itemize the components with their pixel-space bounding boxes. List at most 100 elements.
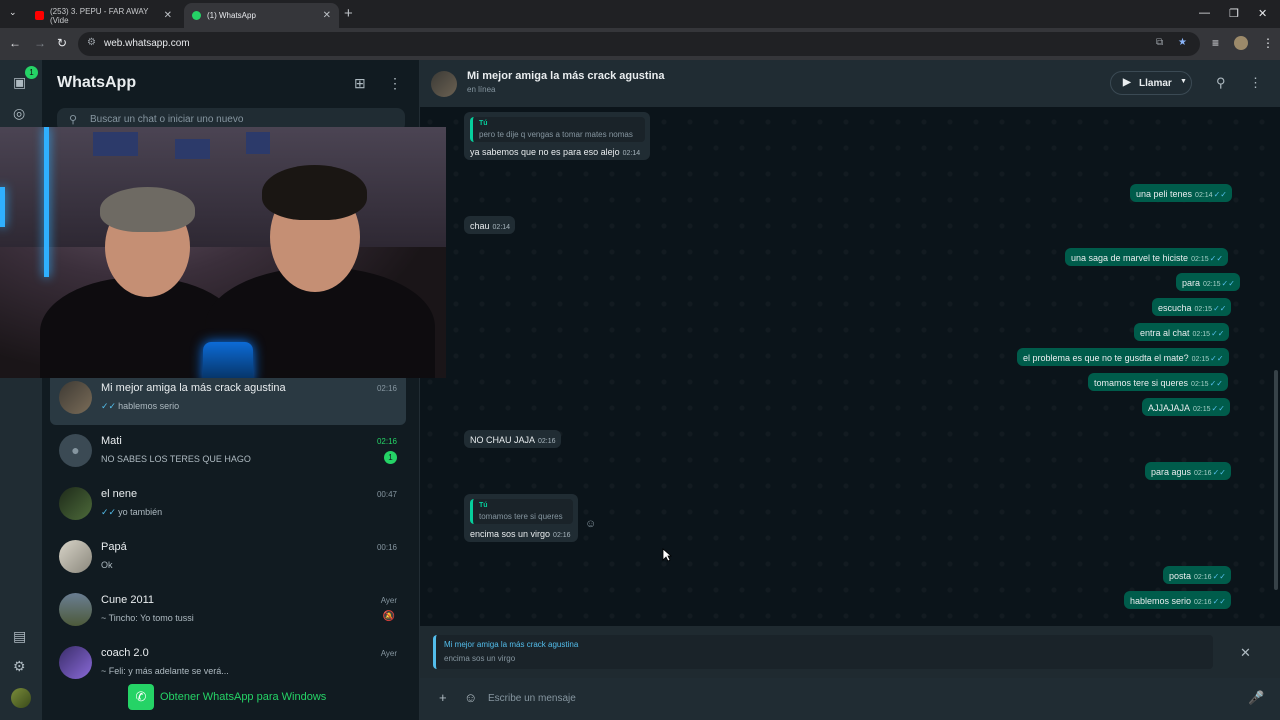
scrollbar[interactable] (1274, 370, 1278, 590)
reload-icon[interactable]: ↻ (57, 36, 67, 50)
new-chat-icon[interactable]: ⊞ (354, 75, 366, 92)
call-button[interactable]: ▶ Llamar ▼ (1110, 71, 1192, 95)
message-time: 02:16 (538, 438, 556, 445)
quote-text: tomamos tere si queres (479, 512, 563, 521)
message-out[interactable]: el problema es que no te gusdta el mate?… (1017, 348, 1229, 366)
message-out[interactable]: hablemos serio 02:16✓✓ (1124, 591, 1231, 609)
chat-name: Mi mejor amiga la más crack agustina (101, 382, 286, 394)
chat-name: el nene (101, 488, 138, 500)
avatar (59, 381, 92, 414)
quoted-message[interactable]: Tú pero te dije q vengas a tomar mates n… (470, 117, 645, 142)
double-check-icon: ✓✓ (1209, 379, 1223, 388)
conversation-header[interactable]: Mi mejor amiga la más crack agustina en … (420, 60, 1280, 107)
message-time: 02:16 (1194, 574, 1212, 581)
unread-badge: 1 (25, 66, 38, 79)
close-icon[interactable]: ✕ (1240, 645, 1251, 661)
close-icon[interactable]: ✕ (164, 10, 172, 21)
wall-poster (175, 139, 210, 159)
message-time: 02:16 (1194, 470, 1212, 477)
back-icon[interactable]: ← (9, 36, 21, 50)
chat-name: coach 2.0 (101, 647, 149, 659)
message-out[interactable]: escucha 02:15✓✓ (1152, 298, 1232, 316)
minimize-button[interactable]: — (1199, 7, 1210, 19)
url-text: web.whatsapp.com (104, 38, 190, 49)
reply-preview[interactable]: Mi mejor amiga la más crack agustina enc… (433, 635, 1213, 669)
message-out[interactable]: tomamos tere si queres 02:15✓✓ (1088, 373, 1228, 391)
bookmark-star-icon[interactable]: ★ (1178, 37, 1187, 48)
message-text: una saga de marvel te hiciste (1071, 253, 1189, 263)
profile-avatar[interactable] (1234, 36, 1248, 50)
emoji-react-icon[interactable]: ☺ (585, 518, 596, 530)
double-check-icon: ✓✓ (1212, 572, 1226, 581)
led-strip (44, 127, 49, 277)
message-out[interactable]: posta 02:16✓✓ (1163, 566, 1231, 584)
default-avatar-icon: ● (59, 434, 92, 467)
install-icon[interactable]: ⧉ (1156, 37, 1163, 48)
close-icon[interactable]: ✕ (323, 10, 331, 21)
avatar (59, 646, 92, 679)
microphone-icon[interactable]: 🎤 (1248, 690, 1264, 706)
chat-time: 02:16 (376, 384, 397, 393)
status-icon[interactable]: ◎ (13, 105, 25, 122)
message-time: 02:15 (1192, 331, 1211, 338)
message-text: una peli tenes (1136, 189, 1193, 199)
new-tab-button[interactable]: + (344, 5, 353, 22)
chat-item-papa[interactable]: Papá 00:16 Ok (50, 532, 406, 584)
media-icon[interactable]: ≡ (1212, 36, 1219, 50)
settings-gear-icon[interactable]: ⚙ (13, 658, 26, 675)
chat-item-cune-2011[interactable]: Cune 2011 Ayer ~ Tincho: Yo tomo tussi 🔕 (50, 585, 406, 637)
message-out[interactable]: una peli tenes 02:14✓✓ (1130, 184, 1232, 202)
menu-icon[interactable]: ⋮ (1249, 75, 1262, 91)
youtube-icon (35, 11, 44, 20)
forward-icon[interactable]: → (34, 36, 46, 50)
browser-menu-icon[interactable]: ⋮ (1262, 36, 1274, 50)
search-placeholder: Buscar un chat o iniciar uno nuevo (90, 114, 244, 125)
window-close-button[interactable]: ✕ (1258, 7, 1267, 20)
emoji-icon[interactable]: ☺ (464, 690, 477, 705)
my-avatar[interactable] (11, 688, 31, 708)
chevron-down-icon: ▼ (1180, 78, 1187, 85)
media-gallery-icon[interactable]: ▤ (13, 628, 26, 645)
get-app-label: Obtener WhatsApp para Windows (160, 691, 327, 703)
chat-name: Cune 2011 (101, 594, 155, 606)
message-in[interactable]: chau 02:14 (464, 216, 516, 234)
message-in[interactable]: NO CHAU JAJA 02:16 (464, 430, 561, 448)
message-time: 02:14 (622, 150, 641, 157)
led-strip (0, 187, 5, 227)
search-icon[interactable]: ⚲ (1216, 75, 1226, 91)
menu-icon[interactable]: ⋮ (388, 75, 402, 92)
tab-search-icon[interactable]: ⌄ (9, 7, 17, 18)
quoted-message[interactable]: Tú tomamos tere si queres (470, 499, 573, 524)
message-in[interactable]: Tú pero te dije q vengas a tomar mates n… (464, 112, 650, 160)
restore-button[interactable]: ❐ (1229, 7, 1239, 20)
avatar (59, 487, 92, 520)
quote-author: Tú (479, 120, 488, 127)
message-out[interactable]: para 02:15✓✓ (1176, 273, 1240, 291)
chat-last-message: ~ Tincho: Yo tomo tussi (101, 613, 194, 623)
message-out[interactable]: AJJAJAJA 02:15✓✓ (1142, 398, 1230, 416)
chats-icon[interactable]: ▣ (13, 74, 26, 91)
tab-whatsapp[interactable]: (1) WhatsApp ✕ (184, 3, 339, 28)
message-in[interactable]: Tú tomamos tere si queres encima sos un … (464, 494, 578, 542)
chat-item-agustina[interactable]: Mi mejor amiga la más crack agustina 02:… (50, 373, 406, 425)
chat-item-mati[interactable]: ● Mati 02:16 NO SABES LOS TERES QUE HAGO… (50, 426, 406, 478)
chat-item-el-nene[interactable]: el nene 00:47 ✓✓ yo también (50, 479, 406, 531)
message-out[interactable]: para agus 02:16✓✓ (1145, 462, 1231, 480)
avatar (59, 540, 92, 573)
get-windows-app-link[interactable]: ✆ Obtener WhatsApp para Windows (128, 683, 326, 711)
tab-youtube[interactable]: (253) 3. PEPU - FAR AWAY (Vide ✕ (27, 3, 180, 28)
contact-avatar[interactable] (431, 71, 457, 97)
app-title: WhatsApp (57, 74, 137, 91)
address-bar[interactable]: ⚙ web.whatsapp.com ⧉ ★ (78, 32, 1200, 56)
message-composer: + ☺ Escribe un mensaje 🎤 (420, 678, 1280, 720)
chat-last-message: ✓✓ yo también (101, 507, 163, 517)
message-out[interactable]: entra al chat 02:15✓✓ (1134, 323, 1230, 341)
site-info-icon[interactable]: ⚙ (87, 37, 96, 48)
call-label: Llamar (1139, 78, 1172, 89)
attach-plus-icon[interactable]: + (439, 690, 447, 705)
message-input[interactable]: Escribe un mensaje (488, 693, 576, 704)
mouse-cursor-icon (662, 548, 672, 562)
double-check-icon: ✓✓ (1213, 190, 1227, 199)
double-check-icon: ✓✓ (1213, 304, 1227, 313)
message-out[interactable]: una saga de marvel te hiciste 02:15✓✓ (1065, 248, 1229, 266)
